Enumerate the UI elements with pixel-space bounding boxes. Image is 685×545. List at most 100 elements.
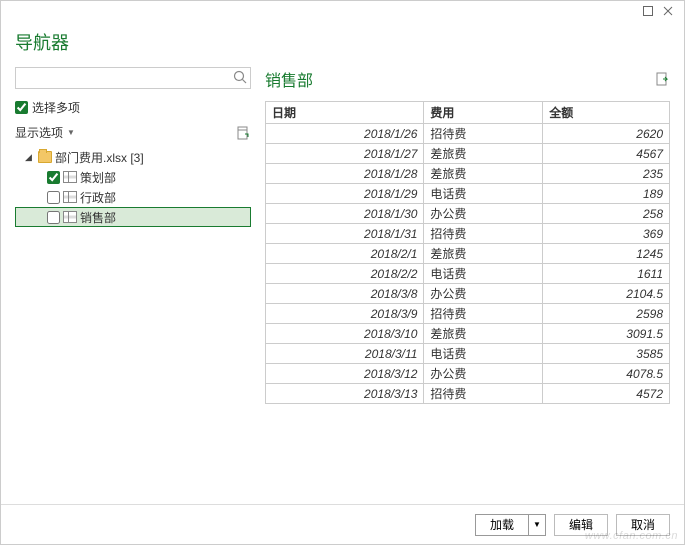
cell-date: 2018/1/26 — [266, 124, 424, 144]
table-row: 2018/1/29电话费189 — [266, 184, 670, 204]
search-wrap — [15, 67, 251, 89]
preview-title: 销售部 — [265, 67, 313, 91]
restore-icon[interactable] — [638, 3, 658, 19]
cell-amount: 369 — [543, 224, 670, 244]
load-dropdown-button[interactable]: ▼ — [529, 514, 546, 536]
cell-date: 2018/1/31 — [266, 224, 424, 244]
col-amount: 全额 — [543, 102, 670, 124]
cell-fee: 电话费 — [424, 264, 543, 284]
cell-amount: 1245 — [543, 244, 670, 264]
table-row: 2018/3/9招待费2598 — [266, 304, 670, 324]
cell-fee: 差旅费 — [424, 324, 543, 344]
cell-amount: 2104.5 — [543, 284, 670, 304]
cell-date: 2018/1/28 — [266, 164, 424, 184]
display-options-row: 显示选项 ▼ — [15, 124, 251, 141]
load-button[interactable]: 加载 — [475, 514, 529, 536]
cell-date: 2018/3/11 — [266, 344, 424, 364]
cell-date: 2018/1/30 — [266, 204, 424, 224]
edit-button[interactable]: 编辑 — [554, 514, 608, 536]
chevron-down-icon: ▼ — [67, 128, 75, 137]
cell-date: 2018/3/12 — [266, 364, 424, 384]
tree-item-checkbox[interactable] — [47, 171, 60, 184]
tree-item-checkbox[interactable] — [47, 211, 60, 224]
cell-amount: 3585 — [543, 344, 670, 364]
table-row: 2018/3/12办公费4078.5 — [266, 364, 670, 384]
cell-amount: 258 — [543, 204, 670, 224]
cell-amount: 2598 — [543, 304, 670, 324]
table-icon — [63, 211, 77, 223]
table-row: 2018/2/1差旅费1245 — [266, 244, 670, 264]
cell-amount: 189 — [543, 184, 670, 204]
cell-fee: 办公费 — [424, 204, 543, 224]
tree-item-label: 策划部 — [80, 169, 116, 186]
collapse-icon[interactable]: ◢ — [25, 152, 35, 163]
cell-fee: 办公费 — [424, 284, 543, 304]
table-row: 2018/3/13招待费4572 — [266, 384, 670, 404]
preview-table: 日期 费用 全额 2018/1/26招待费26202018/1/27差旅费456… — [265, 101, 670, 404]
cell-fee: 差旅费 — [424, 244, 543, 264]
left-pane: 选择多项 显示选项 ▼ ◢ 部门费用.xlsx [3] 策划部行政部销售部 — [15, 67, 251, 504]
cell-amount: 235 — [543, 164, 670, 184]
cell-fee: 电话费 — [424, 184, 543, 204]
cell-amount: 3091.5 — [543, 324, 670, 344]
titlebar — [1, 1, 684, 21]
window-title: 导航器 — [1, 21, 684, 59]
tree: ◢ 部门费用.xlsx [3] 策划部行政部销售部 — [15, 147, 251, 504]
tree-item-checkbox[interactable] — [47, 191, 60, 204]
cell-date: 2018/3/8 — [266, 284, 424, 304]
cancel-button[interactable]: 取消 — [616, 514, 670, 536]
tree-item-label: 销售部 — [80, 209, 116, 226]
cell-fee: 招待费 — [424, 224, 543, 244]
display-options-button[interactable]: 显示选项 ▼ — [15, 124, 75, 141]
cell-date: 2018/3/13 — [266, 384, 424, 404]
cell-fee: 电话费 — [424, 344, 543, 364]
folder-icon — [38, 151, 52, 163]
cell-amount: 1611 — [543, 264, 670, 284]
cell-date: 2018/1/29 — [266, 184, 424, 204]
cell-amount: 4567 — [543, 144, 670, 164]
table-row: 2018/1/26招待费2620 — [266, 124, 670, 144]
cell-fee: 差旅费 — [424, 164, 543, 184]
table-row: 2018/3/11电话费3585 — [266, 344, 670, 364]
cell-fee: 招待费 — [424, 304, 543, 324]
table-row: 2018/3/8办公费2104.5 — [266, 284, 670, 304]
multi-select-checkbox[interactable] — [15, 101, 28, 114]
cell-amount: 4078.5 — [543, 364, 670, 384]
table-row: 2018/1/30办公费258 — [266, 204, 670, 224]
table-row: 2018/1/27差旅费4567 — [266, 144, 670, 164]
table-row: 2018/1/31招待费369 — [266, 224, 670, 244]
right-pane: 销售部 日期 费用 全额 2018/1/26招待费26202018/1/27差旅… — [265, 67, 670, 504]
table-icon — [63, 191, 77, 203]
search-input[interactable] — [15, 67, 251, 89]
export-icon[interactable] — [654, 71, 670, 87]
cell-date: 2018/2/2 — [266, 264, 424, 284]
refresh-icon[interactable] — [235, 125, 251, 141]
table-row: 2018/1/28差旅费235 — [266, 164, 670, 184]
multi-select-row[interactable]: 选择多项 — [15, 97, 251, 118]
file-label: 部门费用.xlsx [3] — [55, 149, 144, 166]
cell-amount: 4572 — [543, 384, 670, 404]
content: 选择多项 显示选项 ▼ ◢ 部门费用.xlsx [3] 策划部行政部销售部 — [1, 59, 684, 504]
tree-item[interactable]: 行政部 — [15, 187, 251, 207]
navigator-window: 导航器 选择多项 显示选项 ▼ — [0, 0, 685, 545]
table-row: 2018/3/10差旅费3091.5 — [266, 324, 670, 344]
cell-date: 2018/2/1 — [266, 244, 424, 264]
cell-date: 2018/1/27 — [266, 144, 424, 164]
tree-item[interactable]: 策划部 — [15, 167, 251, 187]
cell-fee: 办公费 — [424, 364, 543, 384]
cell-date: 2018/3/10 — [266, 324, 424, 344]
close-icon[interactable] — [658, 3, 678, 19]
load-button-split: 加载 ▼ — [475, 514, 546, 536]
col-date: 日期 — [266, 102, 424, 124]
cell-fee: 招待费 — [424, 384, 543, 404]
cell-fee: 差旅费 — [424, 144, 543, 164]
tree-item[interactable]: 销售部 — [15, 207, 251, 227]
table-icon — [63, 171, 77, 183]
cell-date: 2018/3/9 — [266, 304, 424, 324]
cell-fee: 招待费 — [424, 124, 543, 144]
cell-amount: 2620 — [543, 124, 670, 144]
multi-select-label: 选择多项 — [32, 99, 80, 116]
table-row: 2018/2/2电话费1611 — [266, 264, 670, 284]
tree-file-row[interactable]: ◢ 部门费用.xlsx [3] — [15, 147, 251, 167]
tree-item-label: 行政部 — [80, 189, 116, 206]
